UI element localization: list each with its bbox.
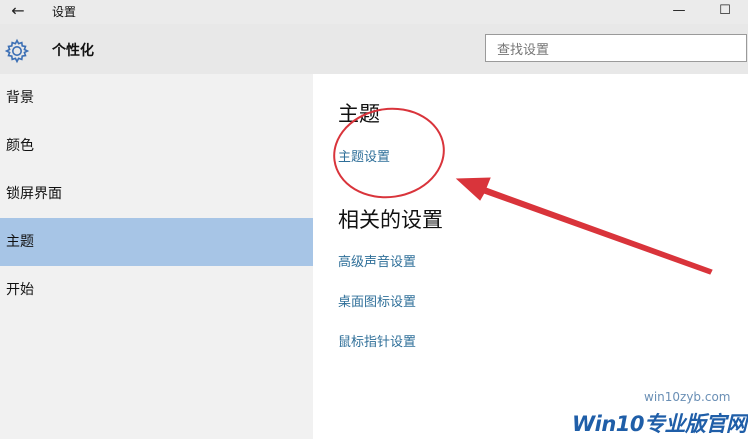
related-settings-heading: 相关的设置 [338,208,443,232]
watermark-url: win10zyb.com [644,390,731,404]
page-title: 个性化 [52,43,94,59]
back-arrow-icon[interactable]: ← [6,1,30,21]
title-bar: ← 设置 — ☐ [0,0,748,24]
desktop-icon-settings-link[interactable]: 桌面图标设置 [338,291,416,310]
theme-settings-link[interactable]: 主题设置 [338,146,390,165]
main-content: 主题 主题设置 相关的设置 高级声音设置 桌面图标设置 鼠标指针设置 [313,74,748,439]
gear-icon [4,38,30,64]
header: 个性化 [0,24,748,74]
theme-heading: 主题 [338,102,380,126]
sidebar-item-start[interactable]: 开始 [0,266,313,314]
minimize-button[interactable]: — [656,0,702,24]
watermark-logo: Win10专业版官网 [572,412,747,436]
window-title: 设置 [52,5,77,19]
search-input[interactable] [485,34,747,62]
sidebar-item-colors[interactable]: 颜色 [0,122,313,170]
maximize-button[interactable]: ☐ [702,0,748,24]
sidebar: 背景 颜色 锁屏界面 主题 开始 [0,74,313,439]
sidebar-item-lock-screen[interactable]: 锁屏界面 [0,170,313,218]
sidebar-item-background[interactable]: 背景 [0,74,313,122]
mouse-pointer-settings-link[interactable]: 鼠标指针设置 [338,331,416,350]
advanced-sound-settings-link[interactable]: 高级声音设置 [338,251,416,270]
sidebar-item-themes[interactable]: 主题 [0,218,313,266]
